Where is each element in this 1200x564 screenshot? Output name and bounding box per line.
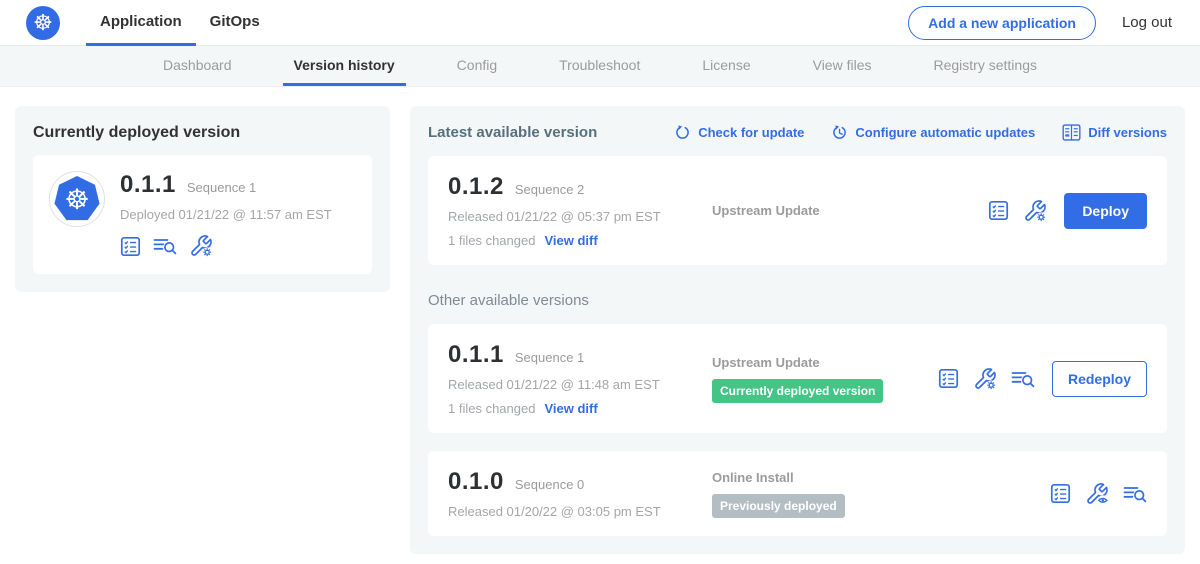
- subnav-tab-version-history-label: Version history: [294, 57, 395, 73]
- tab-gitops-label: GitOps: [210, 13, 260, 30]
- currently-deployed-title: Currently deployed version: [33, 124, 372, 142]
- version-number: 0.1.0: [448, 468, 504, 496]
- deploy-logs-icon[interactable]: [1123, 484, 1147, 504]
- released-timestamp: Released 01/21/22 @ 11:48 am EST: [448, 377, 698, 392]
- version-source-label: Upstream Update: [712, 355, 938, 370]
- configure-automatic-updates-label: Configure automatic updates: [855, 125, 1035, 140]
- other-available-versions-title: Other available versions: [428, 292, 1167, 309]
- preflight-checks-icon[interactable]: [1050, 483, 1071, 504]
- version-number: 0.1.2: [448, 173, 504, 201]
- configure-automatic-updates-link[interactable]: Configure automatic updates: [831, 124, 1035, 141]
- subnav-tab-config[interactable]: Config: [446, 46, 508, 86]
- view-config-icon[interactable]: [1085, 482, 1109, 506]
- main-content: Currently deployed version ☸ 0.1.1 Seque…: [0, 87, 1200, 564]
- version-number: 0.1.1: [448, 341, 504, 369]
- top-nav: Application GitOps: [86, 0, 274, 46]
- refresh-icon: [674, 124, 691, 141]
- subnav-tab-troubleshoot-label: Troubleshoot: [559, 57, 640, 73]
- version-card-0-1-1: 0.1.1 Sequence 1 Released 01/21/22 @ 11:…: [428, 324, 1167, 433]
- add-new-application-button[interactable]: Add a new application: [908, 6, 1096, 40]
- latest-available-title: Latest available version: [428, 124, 597, 141]
- deployed-timestamp: Deployed 01/21/22 @ 11:57 am EST: [120, 207, 332, 222]
- sequence-label: Sequence 1: [515, 350, 584, 365]
- header-right: Add a new application Log out: [908, 6, 1172, 40]
- view-diff-link[interactable]: View diff: [544, 233, 597, 248]
- diff-versions-link[interactable]: Diff versions: [1062, 124, 1167, 141]
- subnav-tab-version-history[interactable]: Version history: [283, 46, 406, 86]
- subnav-tab-troubleshoot[interactable]: Troubleshoot: [548, 46, 651, 86]
- view-diff-link[interactable]: View diff: [544, 401, 597, 416]
- schedule-update-icon: [831, 124, 848, 141]
- subnav-tab-dashboard[interactable]: Dashboard: [152, 46, 243, 86]
- currently-deployed-panel: Currently deployed version ☸ 0.1.1 Seque…: [15, 106, 390, 292]
- available-versions-panel: Latest available version Check for updat…: [410, 106, 1185, 554]
- deploy-logs-icon[interactable]: [1011, 369, 1035, 389]
- previously-deployed-badge: Previously deployed: [712, 494, 845, 518]
- preflight-checks-icon[interactable]: [938, 368, 959, 389]
- deployed-version-number: 0.1.1: [120, 171, 176, 199]
- config-icon[interactable]: [189, 234, 213, 258]
- subnav-tab-registry-settings-label: Registry settings: [934, 57, 1037, 73]
- subnav-tab-dashboard-label: Dashboard: [163, 57, 232, 73]
- version-card-0-1-0: 0.1.0 Sequence 0 Released 01/20/22 @ 03:…: [428, 451, 1167, 536]
- version-source-label: Online Install: [712, 470, 1050, 485]
- deployed-sequence-label: Sequence 1: [187, 180, 256, 195]
- preflight-checks-icon[interactable]: [988, 200, 1009, 221]
- sequence-label: Sequence 2: [515, 182, 584, 197]
- tab-application-label: Application: [100, 13, 182, 30]
- preflight-checks-icon[interactable]: [120, 236, 141, 257]
- version-card-0-1-2: 0.1.2 Sequence 2 Released 01/21/22 @ 05:…: [428, 156, 1167, 265]
- released-timestamp: Released 01/21/22 @ 05:37 pm EST: [448, 209, 698, 224]
- check-for-update-link[interactable]: Check for update: [674, 124, 804, 141]
- subnav-tab-registry-settings[interactable]: Registry settings: [923, 46, 1048, 86]
- tab-gitops[interactable]: GitOps: [196, 0, 274, 46]
- files-changed-label: 1 files changed: [448, 401, 535, 416]
- tab-application[interactable]: Application: [86, 0, 196, 46]
- deploy-button[interactable]: Deploy: [1064, 193, 1147, 229]
- check-for-update-label: Check for update: [698, 125, 804, 140]
- deploy-logs-icon[interactable]: [153, 236, 177, 256]
- app-logo: ☸: [49, 171, 105, 227]
- files-changed-label: 1 files changed: [448, 233, 535, 248]
- currently-deployed-badge: Currently deployed version: [712, 379, 883, 403]
- diff-icon: [1062, 124, 1081, 141]
- config-icon[interactable]: [973, 367, 997, 391]
- subnav-tab-view-files-label: View files: [813, 57, 872, 73]
- kubernetes-app-icon: ☸: [54, 176, 100, 222]
- diff-versions-label: Diff versions: [1088, 125, 1167, 140]
- subnav-tab-license-label: License: [702, 57, 750, 73]
- sequence-label: Sequence 0: [515, 477, 584, 492]
- top-header: ☸ Application GitOps Add a new applicati…: [0, 0, 1200, 46]
- subnav-tab-config-label: Config: [457, 57, 497, 73]
- config-icon[interactable]: [1023, 199, 1047, 223]
- subnav-tab-license[interactable]: License: [691, 46, 761, 86]
- version-source-label: Upstream Update: [712, 203, 988, 218]
- logout-button[interactable]: Log out: [1122, 14, 1172, 31]
- released-timestamp: Released 01/20/22 @ 03:05 pm EST: [448, 504, 698, 519]
- kubernetes-logo-icon: ☸: [26, 6, 60, 40]
- subnav-tab-view-files[interactable]: View files: [802, 46, 883, 86]
- app-subnav: Dashboard Version history Config Trouble…: [0, 46, 1200, 87]
- currently-deployed-card: ☸ 0.1.1 Sequence 1 Deployed 01/21/22 @ 1…: [33, 155, 372, 274]
- redeploy-button[interactable]: Redeploy: [1052, 361, 1147, 397]
